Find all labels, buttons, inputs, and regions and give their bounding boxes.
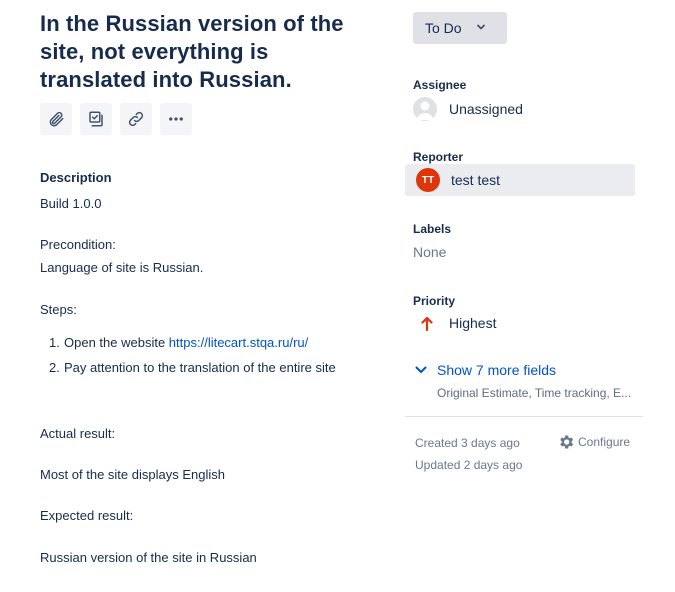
created-timestamp: Created 3 days ago bbox=[415, 436, 520, 450]
create-subtask-button[interactable] bbox=[80, 103, 112, 135]
build-text: Build 1.0.0 bbox=[40, 196, 102, 211]
avatar bbox=[413, 97, 437, 121]
link-issue-button[interactable] bbox=[120, 103, 152, 135]
steps-list: 1. Open the website https://litecart.stq… bbox=[40, 330, 354, 380]
reporter-name: test test bbox=[451, 172, 501, 188]
step-text: Pay attention to the translation of the … bbox=[64, 360, 336, 375]
assignee-label: Assignee bbox=[413, 78, 467, 92]
reporter-label: Reporter bbox=[413, 150, 464, 164]
issue-action-bar bbox=[40, 103, 192, 135]
configure-label: Configure bbox=[578, 435, 631, 449]
configure-button[interactable]: Configure bbox=[557, 433, 630, 451]
user-icon bbox=[416, 101, 434, 120]
avatar: TT bbox=[416, 168, 440, 192]
more-icon bbox=[169, 117, 183, 121]
more-fields-summary: Original Estimate, Time tracking, E... bbox=[437, 386, 632, 400]
reporter-field[interactable]: TT test test bbox=[405, 164, 635, 196]
priority-field[interactable]: Highest bbox=[413, 315, 496, 331]
show-more-fields-label: Show 7 more fields bbox=[437, 362, 557, 378]
website-link[interactable]: https://litecart.stqa.ru/ru/ bbox=[169, 335, 308, 350]
checklist-icon bbox=[89, 111, 103, 127]
chevron-down-icon bbox=[476, 21, 486, 35]
expected-result-label: Expected result: bbox=[40, 508, 134, 523]
gear-icon bbox=[560, 435, 574, 449]
status-label: To Do bbox=[425, 20, 462, 36]
show-more-fields-button[interactable]: Show 7 more fields Original Estimate, Ti… bbox=[413, 362, 631, 400]
actual-result-label: Actual result: bbox=[40, 426, 116, 441]
priority-highest-icon bbox=[421, 316, 433, 331]
precondition-text: Language of site is Russian. bbox=[40, 260, 204, 275]
list-item: 2. Pay attention to the translation of t… bbox=[49, 360, 336, 375]
more-actions-button[interactable] bbox=[160, 103, 192, 135]
actual-result-text: Most of the site displays English bbox=[40, 467, 225, 482]
priority-value: Highest bbox=[449, 315, 497, 331]
chevron-down-icon bbox=[415, 366, 427, 373]
attach-button[interactable] bbox=[40, 103, 72, 135]
issue-main: In the Russian version of the site, not … bbox=[40, 0, 370, 565]
divider bbox=[405, 416, 643, 417]
issue-title[interactable]: In the Russian version of the site, not … bbox=[40, 10, 370, 94]
precondition-label: Precondition: bbox=[40, 237, 116, 252]
link-icon bbox=[128, 111, 144, 127]
priority-label: Priority bbox=[413, 294, 456, 308]
assignee-value: Unassigned bbox=[449, 101, 523, 117]
expected-result-text: Russian version of the site in Russian bbox=[40, 550, 257, 565]
paperclip-icon bbox=[49, 111, 64, 127]
labels-value[interactable]: None bbox=[413, 244, 446, 260]
status-dropdown[interactable]: To Do bbox=[413, 12, 507, 44]
steps-label: Steps: bbox=[40, 302, 77, 317]
assignee-field[interactable]: Unassigned bbox=[413, 97, 523, 121]
list-item: 1. Open the website https://litecart.stq… bbox=[49, 335, 309, 350]
updated-timestamp: Updated 2 days ago bbox=[415, 458, 523, 472]
step-text: Open the website bbox=[64, 335, 169, 350]
labels-label: Labels bbox=[413, 222, 452, 236]
description-heading: Description bbox=[40, 170, 112, 185]
